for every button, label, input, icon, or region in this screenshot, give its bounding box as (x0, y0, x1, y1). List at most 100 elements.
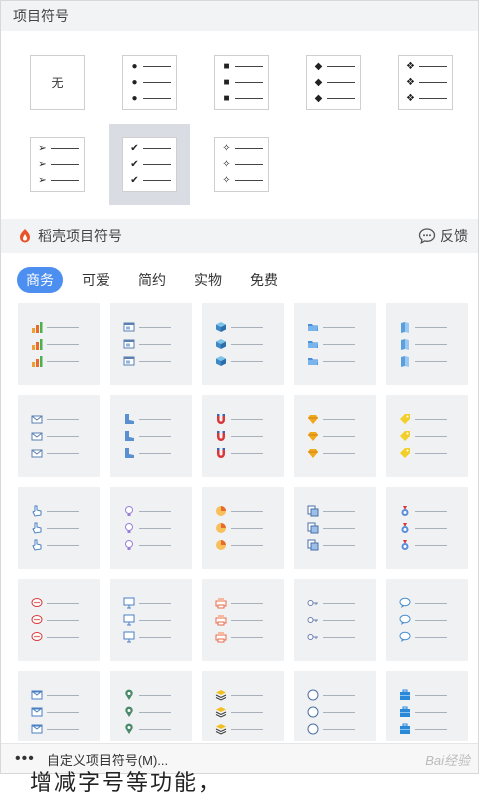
template-location-pin-option[interactable] (110, 671, 192, 741)
bullet-line: ■ (221, 91, 268, 107)
bullet-dash (143, 164, 171, 165)
bullet-line (307, 537, 376, 554)
bullet-dash (415, 544, 447, 546)
bullet-line (399, 704, 468, 721)
bullet-dash (231, 510, 263, 512)
bullet-dash (231, 343, 263, 345)
comment-icon (418, 228, 436, 245)
diamond-bullet-icon: ◆ (314, 93, 323, 104)
tab-4[interactable]: 免费 (241, 267, 287, 293)
gem-icon (307, 430, 319, 442)
four-diamond-bullet-option[interactable]: ❖ ❖ ❖ (385, 42, 466, 123)
arrowhead-bullet-preview: ➢ ➢ ➢ (30, 137, 85, 192)
template-folder-option[interactable] (294, 303, 376, 385)
bullet-dash (231, 636, 263, 638)
bullet-line (123, 595, 192, 612)
bullet-dash (231, 694, 263, 696)
bullet-dash (231, 418, 263, 420)
template-layers-option[interactable] (202, 671, 284, 741)
more-icon[interactable]: ••• (15, 751, 35, 767)
bullet-dash (143, 180, 171, 181)
template-boot-option[interactable] (110, 395, 192, 477)
tab-2[interactable]: 简约 (129, 267, 175, 293)
bullet-dash (139, 343, 171, 345)
star-bullet-icon: ✧ (222, 175, 231, 186)
bullet-dash (231, 728, 263, 730)
circle-bullet-icon: ● (131, 77, 138, 88)
star-bullet-icon: ✧ (222, 143, 231, 154)
boot-icon (123, 413, 135, 425)
template-mail-option[interactable] (18, 671, 100, 741)
bullet-dash (415, 360, 447, 362)
tab-3[interactable]: 实物 (185, 267, 231, 293)
bullet-dash (323, 435, 355, 437)
template-pie-chart-option[interactable] (202, 487, 284, 569)
template-window-option[interactable] (110, 303, 192, 385)
template-speech-bubble-option[interactable] (386, 579, 468, 661)
template-lightbulb-option[interactable] (110, 487, 192, 569)
gem-icon (307, 447, 319, 459)
bullet-line: ■ (221, 59, 268, 75)
tab-1[interactable]: 可爱 (73, 267, 119, 293)
bullet-line (123, 629, 192, 646)
feedback-button[interactable]: 反馈 (418, 226, 468, 246)
template-briefcase-option[interactable] (386, 671, 468, 741)
daoke-logo-icon (20, 229, 30, 243)
tab-0[interactable]: 商务 (17, 267, 63, 293)
bullet-line (215, 687, 284, 704)
four-diamond-bullet-icon: ❖ (406, 61, 415, 72)
pie-chart-icon (215, 522, 227, 534)
template-magnet-option[interactable] (202, 395, 284, 477)
bullet-line (31, 537, 100, 554)
bullet-line (215, 503, 284, 520)
template-tag-option[interactable] (386, 395, 468, 477)
arrowhead-bullet-option[interactable]: ➢ ➢ ➢ (17, 124, 98, 205)
star-bullet-option[interactable]: ✧ ✧ ✧ (201, 124, 282, 205)
key-icon (307, 614, 319, 626)
template-printer-option[interactable] (202, 579, 284, 661)
bullet-line: ➢ (37, 173, 84, 189)
template-hand-pointer-option[interactable] (18, 487, 100, 569)
template-gem-option[interactable] (294, 395, 376, 477)
bullet-line (307, 445, 376, 462)
bullet-line (307, 336, 376, 353)
template-bar-chart-option[interactable] (18, 303, 100, 385)
bullet-dash (415, 452, 447, 454)
bullet-line (31, 445, 100, 462)
bullet-line: ✧ (221, 173, 268, 189)
bullet-line: ● (129, 75, 176, 91)
diamond-bullet-option[interactable]: ◆ ◆ ◆ (293, 42, 374, 123)
bullet-line (307, 428, 376, 445)
bullet-dash (323, 510, 355, 512)
bullet-line (123, 704, 192, 721)
bullet-dash (415, 602, 447, 604)
bullet-line (307, 687, 376, 704)
hand-pointer-icon (31, 505, 43, 517)
bullet-dash (47, 418, 79, 420)
template-monitor-option[interactable] (110, 579, 192, 661)
bullet-dash (47, 360, 79, 362)
bullet-dash (235, 148, 263, 149)
template-clock-option[interactable] (294, 671, 376, 741)
template-chat-bubble-option[interactable] (18, 579, 100, 661)
none-bullet-option[interactable]: 无 (17, 42, 98, 123)
bullet-line (399, 537, 468, 554)
bullet-dash (415, 343, 447, 345)
template-key-option[interactable] (294, 579, 376, 661)
bullet-dash (47, 602, 79, 604)
bullet-dash (231, 360, 263, 362)
template-bullet-grid (1, 301, 478, 741)
template-envelope-option[interactable] (18, 395, 100, 477)
circle-bullet-option[interactable]: ● ● ● (109, 42, 190, 123)
template-cube-option[interactable] (202, 303, 284, 385)
bullet-dash (139, 527, 171, 529)
square-bullet-option[interactable]: ■ ■ ■ (201, 42, 282, 123)
checkmark-bullet-option[interactable]: ✔ ✔ ✔ (109, 124, 190, 205)
envelope-icon (31, 413, 43, 425)
medal-icon (399, 505, 411, 517)
template-document-stack-option[interactable] (294, 487, 376, 569)
template-medal-option[interactable] (386, 487, 468, 569)
square-bullet-preview: ■ ■ ■ (214, 55, 269, 110)
template-book-option[interactable] (386, 303, 468, 385)
hand-pointer-icon (31, 539, 43, 551)
